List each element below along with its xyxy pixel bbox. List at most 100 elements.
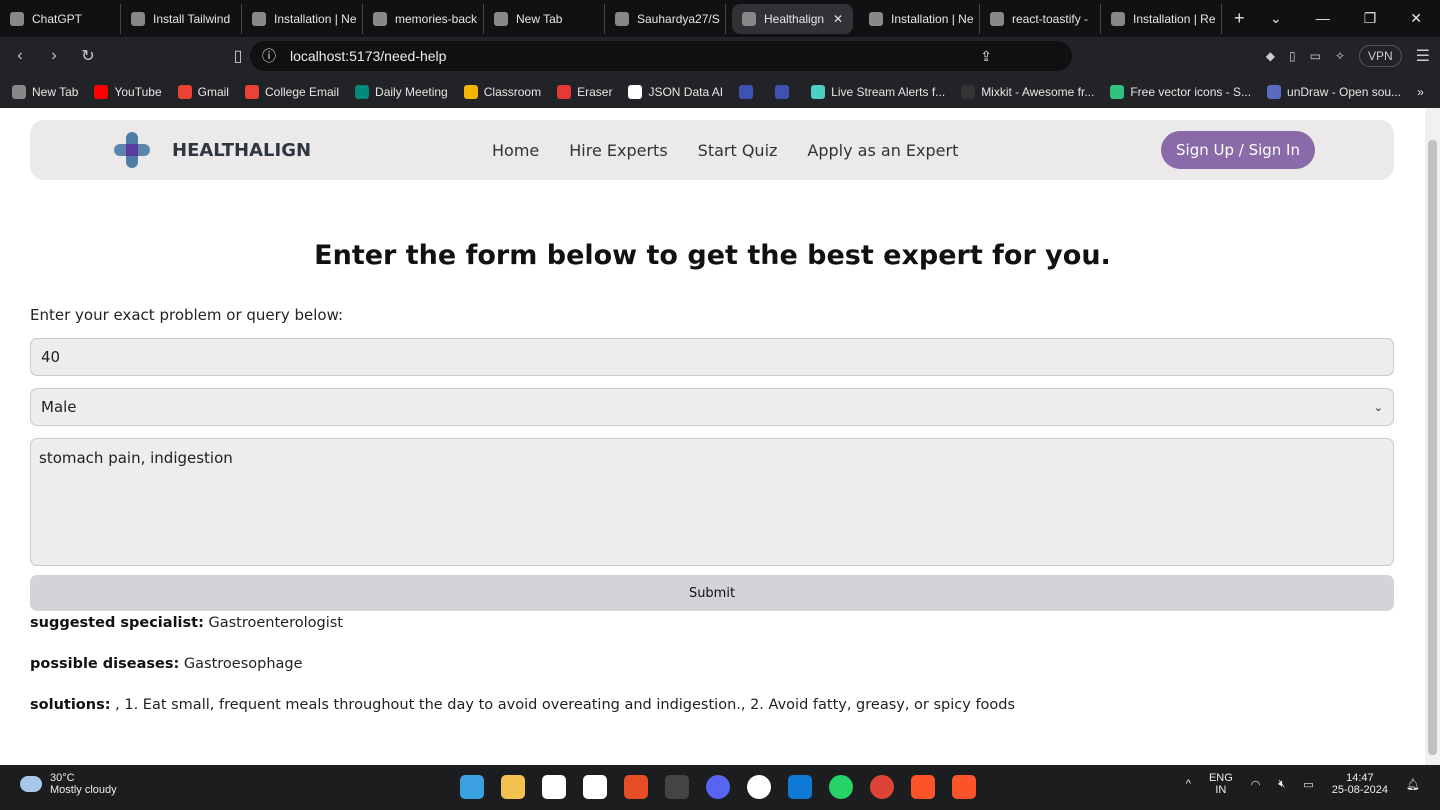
bookmark-favicon-icon bbox=[775, 84, 790, 99]
battery-icon[interactable]: ▭ bbox=[1303, 778, 1313, 791]
diseases-label: possible diseases: bbox=[30, 656, 180, 672]
bookmark-label: Daily Meeting bbox=[375, 84, 448, 99]
bookmark-item[interactable]: JSON Data AI bbox=[628, 84, 723, 99]
excalidraw-icon[interactable] bbox=[542, 775, 566, 799]
healthalign-logo-icon[interactable] bbox=[114, 132, 150, 168]
brave-beta-icon[interactable] bbox=[952, 775, 976, 799]
bookmark-item[interactable]: Gmail bbox=[177, 84, 229, 99]
reload-icon[interactable]: ↻ bbox=[74, 46, 102, 66]
wifi-icon[interactable]: ◠ bbox=[1251, 778, 1261, 791]
bookmark-label: Free vector icons - S... bbox=[1130, 84, 1252, 99]
nav-hire-experts[interactable]: Hire Experts bbox=[569, 141, 667, 160]
browser-tab[interactable]: Install Tailwind bbox=[121, 3, 242, 34]
vpn-button[interactable]: VPN bbox=[1358, 45, 1402, 67]
share-icon[interactable]: ⇪ bbox=[980, 48, 992, 65]
browser-tab[interactable]: Installation | Ne bbox=[242, 3, 363, 34]
clock[interactable]: 14:47 25-08-2024 bbox=[1332, 772, 1388, 796]
restore-icon[interactable]: ❐ bbox=[1364, 10, 1377, 27]
nav-start-quiz[interactable]: Start Quiz bbox=[698, 141, 778, 160]
browser-tab[interactable]: memories-back bbox=[363, 3, 484, 34]
nav-home[interactable]: Home bbox=[492, 141, 539, 160]
bookmark-item[interactable]: Mixkit - Awesome fr... bbox=[961, 84, 1094, 99]
browser-tab[interactable]: ChatGPT bbox=[0, 3, 121, 34]
start-icon[interactable] bbox=[460, 775, 484, 799]
mute-icon[interactable]: 🔇︎ bbox=[1278, 778, 1285, 791]
bookmark-favicon-icon bbox=[244, 84, 259, 99]
tab-title: ChatGPT bbox=[32, 11, 83, 26]
extension-icon[interactable]: ◆ bbox=[1266, 49, 1275, 63]
tab-favicon-icon bbox=[742, 11, 756, 26]
minimize-icon[interactable]: — bbox=[1316, 10, 1330, 27]
problem-textarea[interactable]: stomach pain, indigestion bbox=[30, 438, 1394, 566]
close-window-icon[interactable]: ✕ bbox=[1410, 10, 1422, 27]
discord-icon[interactable] bbox=[706, 775, 730, 799]
language-indicator[interactable]: ENG IN bbox=[1209, 772, 1233, 796]
cloud-icon bbox=[20, 776, 42, 792]
browser-tab[interactable]: Installation | Ne bbox=[859, 3, 980, 34]
bookmark-item[interactable]: YouTube bbox=[94, 84, 162, 99]
figma-icon[interactable] bbox=[624, 775, 648, 799]
more-bookmarks-icon[interactable]: » bbox=[1417, 85, 1424, 99]
bookmark-item[interactable]: Free vector icons - S... bbox=[1110, 84, 1252, 99]
weather-widget[interactable]: 30°C Mostly cloudy bbox=[20, 772, 117, 796]
brave-icon[interactable] bbox=[911, 775, 935, 799]
new-tab-button[interactable]: + bbox=[1222, 8, 1257, 29]
specialist-label: suggested specialist: bbox=[30, 615, 204, 631]
age-input[interactable]: 40 bbox=[30, 338, 1394, 376]
bookmark-item[interactable] bbox=[775, 84, 795, 99]
mongodb-icon[interactable] bbox=[747, 775, 771, 799]
bookmark-item[interactable]: Classroom bbox=[463, 84, 541, 99]
chrome-icon[interactable] bbox=[870, 775, 894, 799]
forward-icon[interactable]: › bbox=[40, 47, 68, 65]
query-label: Enter your exact problem or query below: bbox=[30, 306, 344, 324]
scrollbar-thumb[interactable] bbox=[1428, 140, 1437, 755]
terminal-icon[interactable] bbox=[665, 775, 689, 799]
url-bar[interactable]: ⓘ localhost:5173/need-help ⇪ bbox=[250, 41, 1072, 71]
menu-icon[interactable]: ☰ bbox=[1416, 46, 1430, 66]
bookmark-item[interactable]: New Tab bbox=[12, 84, 78, 99]
sign-in-button[interactable]: Sign Up / Sign In bbox=[1161, 131, 1315, 169]
tab-title: Sauhardya27/S bbox=[637, 11, 720, 26]
back-icon[interactable]: ‹ bbox=[6, 47, 34, 65]
bookmark-favicon-icon bbox=[811, 84, 826, 99]
browser-tab[interactable]: Healthalign ✕ bbox=[732, 3, 853, 34]
browser-tab[interactable]: react-toastify - bbox=[980, 3, 1101, 34]
bookmark-favicon-icon bbox=[355, 84, 370, 99]
bookmark-item[interactable]: Eraser bbox=[557, 84, 612, 99]
bookmark-item[interactable]: Daily Meeting bbox=[355, 84, 448, 99]
browser-tab[interactable]: New Tab bbox=[484, 3, 605, 34]
file-explorer-icon[interactable] bbox=[501, 775, 525, 799]
tab-search-icon[interactable]: ⌄ bbox=[1270, 10, 1282, 27]
tab-title: New Tab bbox=[516, 11, 563, 26]
notification-icon[interactable]: 🔔︎ bbox=[1406, 778, 1420, 791]
time: 14:47 bbox=[1346, 772, 1374, 784]
close-tab-icon[interactable]: ✕ bbox=[833, 12, 843, 26]
specialist-value: Gastroenterologist bbox=[208, 615, 343, 631]
tab-favicon-icon bbox=[131, 11, 145, 26]
gender-select[interactable]: Male ⌄ bbox=[30, 388, 1394, 426]
bookmark-item[interactable] bbox=[739, 84, 759, 99]
bookmark-icon[interactable]: ▯ bbox=[224, 46, 252, 66]
info-icon[interactable]: ⓘ bbox=[262, 46, 276, 66]
scrollbar[interactable] bbox=[1425, 108, 1440, 765]
chevron-up-icon[interactable]: ^ bbox=[1186, 778, 1191, 790]
tab-favicon-icon bbox=[494, 11, 508, 26]
brand-name[interactable]: HEALTHALIGN bbox=[172, 140, 311, 161]
vscode-icon[interactable] bbox=[788, 775, 812, 799]
tab-title: Installation | Re bbox=[1133, 11, 1216, 26]
nav-apply-expert[interactable]: Apply as an Expert bbox=[807, 141, 958, 160]
sidebar-icon[interactable]: ▯ bbox=[1289, 49, 1296, 63]
leo-ai-icon[interactable]: ✧ bbox=[1335, 49, 1345, 63]
whatsapp-icon[interactable] bbox=[829, 775, 853, 799]
bookmark-item[interactable]: Live Stream Alerts f... bbox=[811, 84, 945, 99]
bookmark-item[interactable]: unDraw - Open sou... bbox=[1267, 84, 1401, 99]
notes-icon[interactable] bbox=[583, 775, 607, 799]
browser-tab[interactable]: Sauhardya27/S bbox=[605, 3, 726, 34]
browser-tab[interactable]: Installation | Re bbox=[1101, 3, 1222, 34]
bookmarks-bar: New Tab YouTube Gmail College Email Daily Me… bbox=[0, 75, 1440, 108]
age-value: 40 bbox=[41, 348, 61, 366]
wallet-icon[interactable]: ▭ bbox=[1310, 49, 1321, 63]
bookmark-item[interactable]: College Email bbox=[244, 84, 339, 99]
diseases-value: Gastroesophage bbox=[183, 656, 303, 672]
submit-button[interactable]: Submit bbox=[30, 575, 1394, 611]
